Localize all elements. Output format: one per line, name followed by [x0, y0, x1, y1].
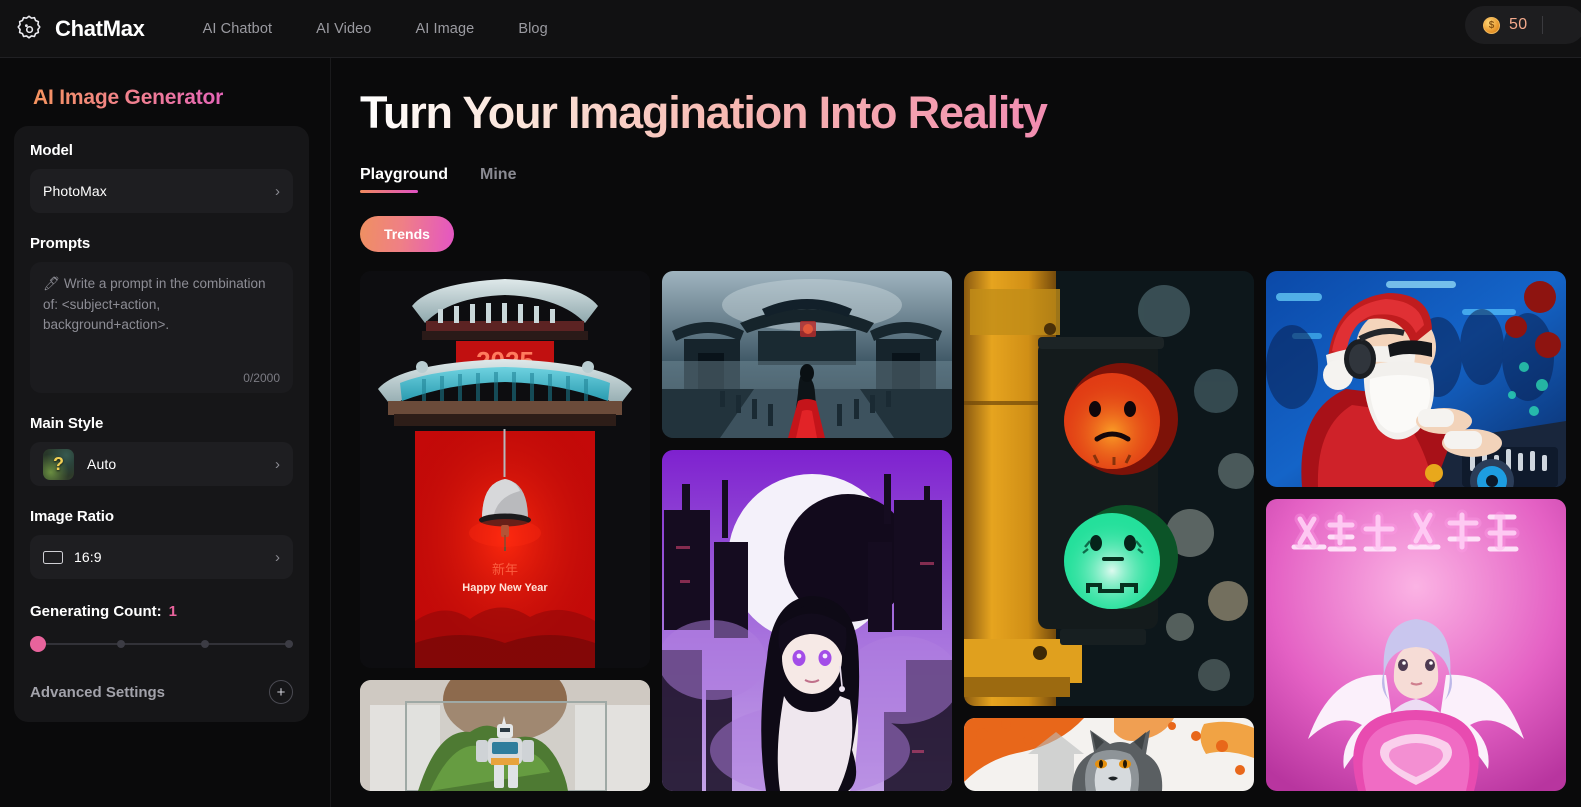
credits-divider	[1542, 16, 1544, 34]
slider-track	[31, 643, 293, 645]
model-value: PhotoMax	[43, 183, 107, 199]
gallery-tile-dj-santa-claus[interactable]	[1266, 270, 1566, 487]
advanced-settings-label: Advanced Settings	[30, 683, 166, 701]
chatmax-gear-logo-icon	[14, 14, 44, 44]
filter-chips: Trends	[360, 215, 1581, 252]
tab-mine[interactable]: Mine	[480, 166, 516, 193]
slider-thumb[interactable]	[30, 636, 46, 652]
hero-title: Turn Your Imagination Into Reality	[360, 88, 1581, 138]
gallery-column: 2025	[360, 270, 650, 791]
gallery-tile-misty-palace-red-robe[interactable]	[662, 270, 952, 438]
credit-value: 50	[1509, 16, 1528, 33]
gallery-tile-chinese-new-year-gate-2025[interactable]: 2025	[360, 270, 650, 668]
app-root: ChatMax AI Chatbot AI Video AI Image Blo…	[0, 0, 1581, 807]
coin-icon: $	[1483, 16, 1500, 34]
generating-count-slider[interactable]	[30, 636, 293, 652]
advanced-settings-toggle[interactable]: Advanced Settings +	[30, 680, 293, 704]
main-content: Turn Your Imagination Into Reality Playg…	[331, 58, 1581, 807]
gallery-tile-cute-traffic-light[interactable]	[964, 270, 1254, 706]
brand-logo[interactable]: ChatMax	[0, 14, 145, 44]
gallery-column	[662, 270, 952, 791]
rectangle-16-9-icon	[43, 550, 63, 564]
style-thumbnail-icon: ?	[43, 448, 74, 480]
tab-mine-label: Mine	[480, 165, 517, 183]
image-ratio-select[interactable]: 16:9 ›	[30, 535, 293, 579]
gallery-tile-gundam-terrarium[interactable]	[360, 679, 650, 791]
model-label: Model	[30, 142, 73, 159]
main-style-select[interactable]: ? Auto ›	[30, 442, 293, 486]
gallery-tile-pink-neon-angel[interactable]	[1266, 498, 1566, 791]
slider-tick	[117, 640, 125, 648]
prompt-placeholder: 🖊 Write a prompt in the combination of: …	[43, 276, 270, 332]
gallery-tile-autumn-wolf[interactable]	[964, 717, 1254, 791]
prompt-char-counter: 0/2000	[243, 371, 280, 385]
tab-playground[interactable]: Playground	[360, 166, 448, 193]
generator-settings-card: Model PhotoMax › Prompts 🖊 Write a promp…	[14, 126, 309, 722]
gallery-tile-purple-anime-girl-moon[interactable]	[662, 449, 952, 791]
svg-text:Happy New Year: Happy New Year	[462, 582, 548, 594]
nav-ai-chatbot[interactable]: AI Chatbot	[203, 21, 273, 37]
prompts-label: Prompts	[30, 235, 91, 252]
credits-badge[interactable]: $ 50	[1465, 6, 1581, 44]
image-ratio-label: Image Ratio	[30, 508, 114, 525]
content-tabs: Playground Mine	[360, 166, 1581, 193]
page-scrollbar[interactable]	[1575, 58, 1580, 807]
main-style-value: Auto	[87, 456, 117, 472]
top-header: ChatMax AI Chatbot AI Video AI Image Blo…	[0, 0, 1581, 58]
nav-ai-video[interactable]: AI Video	[316, 21, 371, 37]
model-select[interactable]: PhotoMax ›	[30, 169, 293, 213]
gallery-column	[964, 270, 1254, 791]
generating-count-value: 1	[168, 603, 178, 620]
slider-tick	[285, 640, 293, 648]
brand-name: ChatMax	[55, 15, 145, 41]
svg-text:新年: 新年	[492, 562, 518, 577]
chevron-right-icon: ›	[275, 182, 280, 200]
nav-ai-image[interactable]: AI Image	[415, 21, 474, 37]
main-nav: AI Chatbot AI Video AI Image Blog	[203, 21, 548, 37]
plus-icon: +	[269, 680, 293, 704]
generating-count-row: Generating Count: 1	[30, 603, 293, 620]
generator-sidebar: AI Image Generator Model PhotoMax › Prom…	[0, 58, 331, 807]
chip-trends[interactable]: Trends	[360, 215, 454, 252]
main-style-label: Main Style	[30, 415, 104, 432]
prompt-input[interactable]: 🖊 Write a prompt in the combination of: …	[30, 262, 293, 393]
tab-playground-label: Playground	[360, 165, 449, 183]
gallery-column	[1266, 270, 1566, 791]
page-title: AI Image Generator	[33, 86, 310, 110]
chevron-right-icon: ›	[275, 455, 280, 473]
image-ratio-value: 16:9	[74, 549, 102, 565]
image-gallery: 2025	[360, 270, 1581, 791]
nav-blog[interactable]: Blog	[518, 21, 547, 37]
generating-count-label: Generating Count:	[30, 603, 162, 620]
chevron-right-icon: ›	[275, 548, 280, 566]
slider-tick	[201, 640, 209, 648]
